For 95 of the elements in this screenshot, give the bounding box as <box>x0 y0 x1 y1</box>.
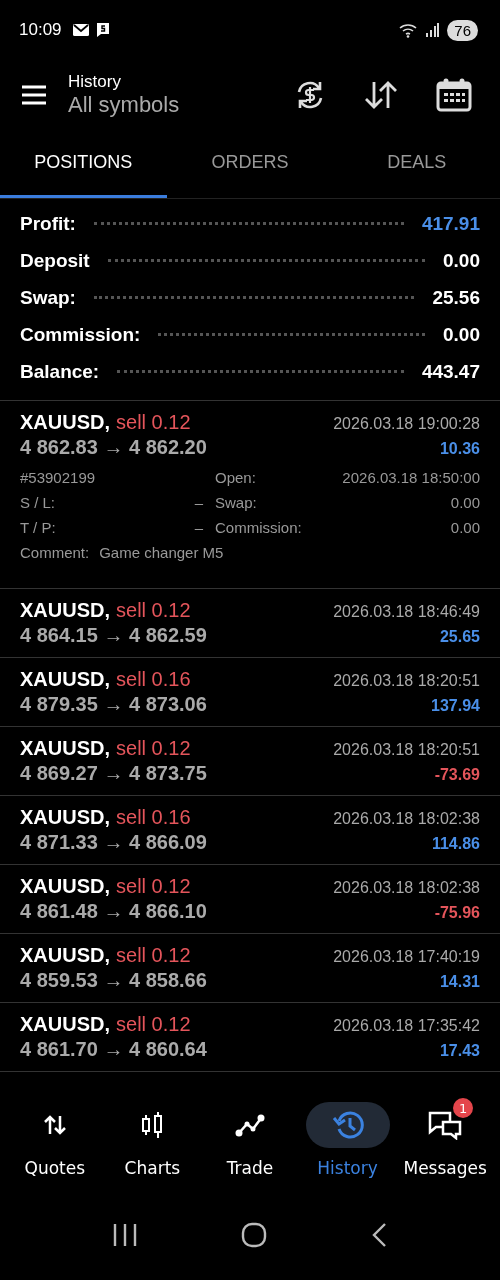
battery-indicator: 76 <box>447 19 478 41</box>
summary-value: 25.56 <box>432 287 480 309</box>
signal-icon <box>425 23 440 37</box>
position-side: sell 0.12 <box>116 737 191 760</box>
position-side: sell 0.12 <box>116 875 191 898</box>
comment-text: Game changer M5 <box>99 544 224 561</box>
summary-label: Profit: <box>20 213 76 235</box>
position-row[interactable]: XAUUSD, sell 0.16 2026.03.18 18:02:38 4 871.33 → 4 866.09 114.86 <box>0 796 500 865</box>
chat-app-icon <box>95 22 110 38</box>
position-prices: 4 869.27 → 4 873.75 <box>20 762 207 785</box>
summary-label: Balance: <box>20 361 100 383</box>
calendar-icon <box>436 78 472 112</box>
position-symbol: XAUUSD, <box>20 944 110 967</box>
position-row[interactable]: XAUUSD, sell 0.12 2026.03.18 18:46:49 4 864.15 → 4 862.59 25.65 <box>0 589 500 658</box>
recent-apps-icon <box>111 1223 138 1247</box>
position-profit: -73.69 <box>434 766 480 784</box>
summary-value: 0.00 <box>443 250 480 272</box>
screen-title: History <box>68 72 122 92</box>
detail-label: Open: <box>215 469 257 486</box>
nav-tab[interactable]: Quotes <box>6 1102 104 1178</box>
mail-icon <box>71 23 90 37</box>
position-row[interactable]: XAUUSD, sell 0.12 2026.03.18 17:40:19 4 859.53 → 4 858.66 14.31 <box>0 934 500 1003</box>
ticket-number: #53902199 <box>20 469 97 486</box>
position-symbol: XAUUSD, <box>20 411 110 434</box>
detail-value: 2026.03.18 18:50:00 <box>341 469 480 486</box>
detail-value: 0.00 <box>449 519 480 536</box>
detail-label: Commission: <box>215 519 303 536</box>
menu-icon <box>20 84 48 106</box>
position-time: 2026.03.18 17:35:42 <box>333 1017 480 1035</box>
position-prices: 4 861.70 → 4 860.64 <box>20 1038 207 1061</box>
detail-value: 0.00 <box>449 494 480 511</box>
detail-label: Swap: <box>215 494 258 511</box>
detail-value: – <box>193 494 203 511</box>
nav-tab[interactable]: Charts <box>103 1102 202 1178</box>
detail-label: T / P: <box>20 519 57 536</box>
tab[interactable]: DEALS <box>333 130 500 198</box>
summary-value: 443.47 <box>421 361 480 383</box>
position-prices: 4 859.53 → 4 858.66 <box>20 969 207 992</box>
position-side: sell 0.12 <box>116 599 191 622</box>
detail-label: Comment: <box>20 544 90 561</box>
position-symbol: XAUUSD, <box>20 875 110 898</box>
position-row[interactable]: XAUUSD, sell 0.12 2026.03.18 18:02:38 4 861.48 → 4 866.10 -75.96 <box>0 865 500 934</box>
position-time: 2026.03.18 17:40:19 <box>333 948 480 966</box>
position-time: 2026.03.18 18:02:38 <box>333 810 480 828</box>
position-side: sell 0.12 <box>116 1013 191 1036</box>
position-symbol: XAUUSD, <box>20 806 110 829</box>
position-prices: 4 862.83 → 4 862.20 <box>20 436 207 459</box>
detail-value: – <box>193 519 203 536</box>
position-side: sell 0.16 <box>116 806 191 829</box>
position-profit: 137.94 <box>431 697 480 715</box>
position-symbol: XAUUSD, <box>20 599 110 622</box>
back-icon <box>370 1222 389 1248</box>
position-time: 2026.03.18 18:46:49 <box>333 603 480 621</box>
position-profit: 114.86 <box>431 835 480 853</box>
position-side: sell 0.16 <box>116 668 191 691</box>
position-side: sell 0.12 <box>116 411 191 434</box>
status-time: 10:09 <box>19 20 62 40</box>
summary-value: 417.91 <box>421 213 480 235</box>
position-time: 2026.03.18 18:20:51 <box>333 672 480 690</box>
position-time: 2026.03.18 18:20:51 <box>333 741 480 759</box>
position-profit: -75.96 <box>434 904 480 922</box>
position-time: 2026.03.18 19:00:28 <box>333 415 480 433</box>
position-prices: 4 861.48 → 4 866.10 <box>20 900 207 923</box>
summary-value: 0.00 <box>443 324 480 346</box>
line-chart-icon <box>235 1113 265 1137</box>
nav-tab[interactable]: Trade <box>201 1102 299 1178</box>
position-row[interactable]: XAUUSD, sell 0.12 2026.03.18 18:20:51 4 869.27 → 4 873.75 -73.69 <box>0 727 500 796</box>
home-icon <box>241 1222 267 1248</box>
position-profit: 17.43 <box>439 1042 480 1060</box>
position-prices: 4 864.15 → 4 862.59 <box>20 624 207 647</box>
position-profit: 25.65 <box>439 628 480 646</box>
summary-label: Deposit <box>20 250 90 272</box>
position-symbol: XAUUSD, <box>20 668 110 691</box>
tab[interactable]: ORDERS <box>166 130 334 198</box>
position-side: sell 0.12 <box>116 944 191 967</box>
tab[interactable]: POSITIONS <box>0 130 167 198</box>
candlestick-icon <box>140 1111 165 1139</box>
notification-badge: 1 <box>453 1098 474 1118</box>
summary-label: Swap: <box>20 287 76 309</box>
symbol-filter[interactable]: All symbols <box>68 92 180 118</box>
position-profit: 10.36 <box>439 440 480 458</box>
history-icon <box>331 1110 364 1140</box>
position-symbol: XAUUSD, <box>20 1013 110 1036</box>
position-time: 2026.03.18 18:02:38 <box>333 879 480 897</box>
arrows-up-down-icon <box>42 1114 67 1136</box>
summary-label: Commission: <box>20 324 141 346</box>
position-row[interactable]: XAUUSD, sell 0.12 2026.03.18 17:35:42 4 861.70 → 4 860.64 17.43 <box>0 1003 500 1072</box>
position-row[interactable]: XAUUSD, sell 0.16 2026.03.18 18:20:51 4 879.35 → 4 873.06 137.94 <box>0 658 500 727</box>
position-prices: 4 871.33 → 4 866.09 <box>20 831 207 854</box>
position-row[interactable]: XAUUSD, sell 0.12 2026.03.18 19:00:28 4 862.83 → 4 862.20 10.36 #53902199 Open: 2026.03.18 18:50:00 S / L: – Swap: 0.00 T / P: – Commission: 0.00 Comment: Game changer M5 <box>0 401 500 589</box>
detail-label: S / L: <box>20 494 57 511</box>
position-prices: 4 879.35 → 4 873.06 <box>20 693 207 716</box>
position-symbol: XAUUSD, <box>20 737 110 760</box>
sort-icon <box>364 80 398 110</box>
position-profit: 14.31 <box>439 973 480 991</box>
